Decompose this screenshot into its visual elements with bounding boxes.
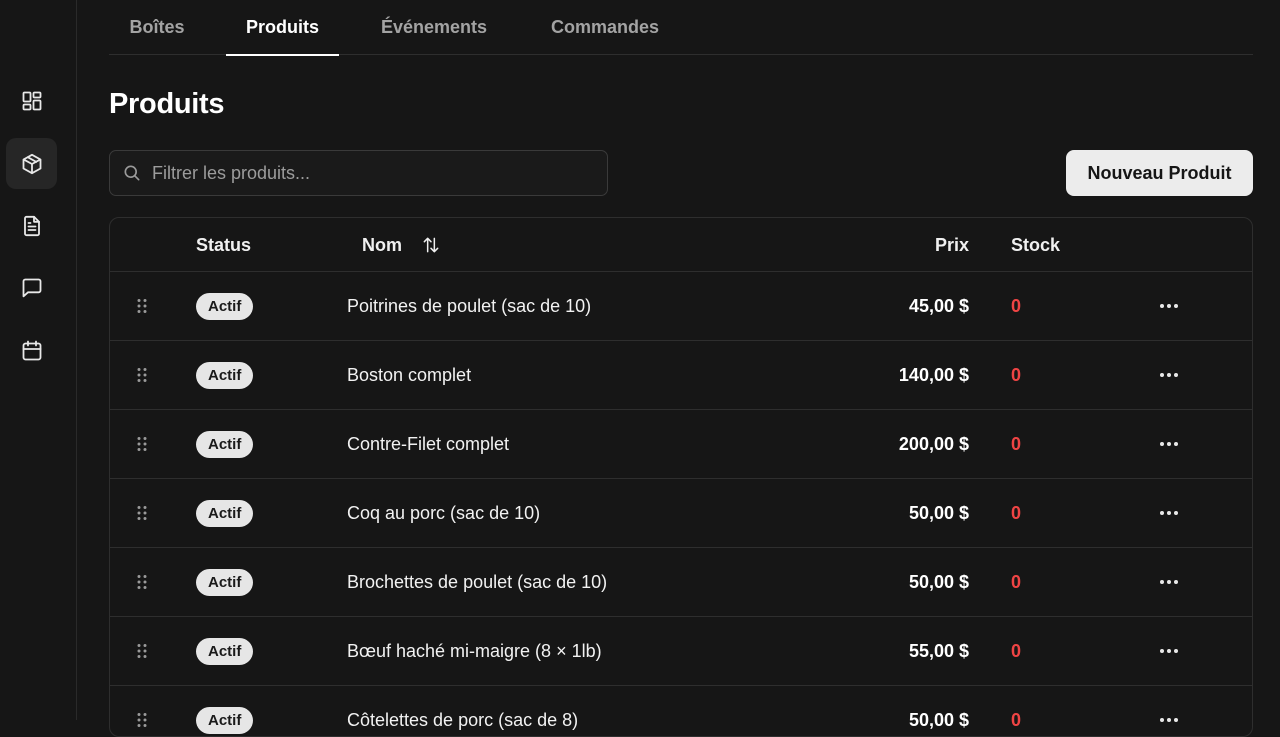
status-badge: Actif: [196, 706, 254, 734]
table-row[interactable]: Actif Brochettes de poulet (sac de 10) 5…: [110, 548, 1252, 617]
search-input[interactable]: [152, 162, 592, 184]
table-row[interactable]: Actif Boston complet 140,00 $ 0: [110, 341, 1252, 410]
product-price: 140,00 $: [898, 364, 969, 385]
drag-handle-icon[interactable]: [136, 479, 148, 547]
products-table: Status Nom Prix Stock Actif Poitrines de…: [109, 217, 1253, 737]
product-stock: 0: [1011, 640, 1022, 661]
status-cell: Actif: [196, 686, 254, 736]
product-price: 200,00 $: [898, 433, 969, 454]
status-cell: Actif: [196, 479, 254, 547]
product-stock: 0: [1011, 502, 1022, 523]
column-header-name-label: Nom: [362, 234, 402, 255]
drag-handle-icon[interactable]: [136, 272, 148, 340]
sidebar-item-dashboard[interactable]: [6, 75, 57, 126]
product-stock: 0: [1011, 571, 1022, 592]
product-stock: 0: [1011, 364, 1022, 385]
column-header-status[interactable]: Status: [196, 218, 251, 272]
tab-commandes[interactable]: Commandes: [540, 0, 670, 55]
column-header-price[interactable]: Prix: [830, 218, 969, 272]
document-icon: [23, 215, 40, 236]
more-actions-icon[interactable]: [1156, 548, 1182, 616]
product-price: 50,00 $: [908, 709, 969, 730]
sidebar-item-calendar[interactable]: [6, 325, 57, 376]
product-price: 45,00 $: [908, 295, 969, 316]
calendar-icon: [22, 340, 41, 360]
more-actions-icon[interactable]: [1156, 272, 1182, 340]
status-cell: Actif: [196, 617, 254, 685]
table-row[interactable]: Actif Contre-Filet complet 200,00 $ 0: [110, 410, 1252, 479]
product-stock: 0: [1011, 709, 1022, 730]
tab-bar: Boîtes Produits Événements Commandes: [109, 0, 1253, 56]
table-row[interactable]: Actif Poitrines de poulet (sac de 10) 45…: [110, 272, 1252, 341]
drag-handle-icon[interactable]: [136, 548, 148, 616]
product-price: 50,00 $: [908, 502, 969, 523]
dashboard-icon: [22, 91, 41, 110]
product-name[interactable]: Brochettes de poulet (sac de 10): [347, 548, 607, 616]
status-badge: Actif: [196, 568, 254, 596]
message-icon: [22, 278, 41, 297]
sidebar-item-messages[interactable]: [6, 262, 57, 313]
product-name[interactable]: Coq au porc (sac de 10): [347, 479, 540, 547]
status-cell: Actif: [196, 341, 254, 409]
product-name[interactable]: Boston complet: [347, 341, 471, 409]
more-actions-icon[interactable]: [1156, 617, 1182, 685]
search-icon: [124, 165, 140, 181]
main-content: Boîtes Produits Événements Commandes Pro…: [109, 0, 1253, 737]
more-actions-icon[interactable]: [1156, 686, 1182, 736]
status-cell: Actif: [196, 410, 254, 478]
sidebar: [0, 0, 77, 720]
package-icon: [22, 153, 41, 174]
more-actions-icon[interactable]: [1156, 341, 1182, 409]
sort-icon[interactable]: [421, 235, 441, 255]
product-name[interactable]: Contre-Filet complet: [347, 410, 509, 478]
product-name[interactable]: Bœuf haché mi-maigre (8 × 1lb): [347, 617, 602, 685]
tab-evenements[interactable]: Événements: [366, 0, 502, 55]
product-name[interactable]: Côtelettes de porc (sac de 8): [347, 686, 578, 736]
product-stock: 0: [1011, 295, 1022, 316]
table-row[interactable]: Actif Côtelettes de porc (sac de 8) 50,0…: [110, 686, 1252, 736]
column-header-stock[interactable]: Stock: [1011, 218, 1060, 272]
table-header: Status Nom Prix Stock: [110, 218, 1252, 272]
status-badge: Actif: [196, 499, 254, 527]
more-actions-icon[interactable]: [1156, 410, 1182, 478]
table-row[interactable]: Actif Coq au porc (sac de 10) 50,00 $ 0: [110, 479, 1252, 548]
sidebar-item-products[interactable]: [6, 138, 57, 189]
status-badge: Actif: [196, 361, 254, 389]
sidebar-item-documents[interactable]: [6, 200, 57, 251]
tab-produits[interactable]: Produits: [226, 0, 339, 56]
tab-boites[interactable]: Boîtes: [112, 0, 202, 55]
more-actions-icon[interactable]: [1156, 479, 1182, 547]
drag-handle-icon[interactable]: [136, 686, 148, 736]
table-row[interactable]: Actif Bœuf haché mi-maigre (8 × 1lb) 55,…: [110, 617, 1252, 686]
new-product-button[interactable]: Nouveau Produit: [1066, 150, 1253, 196]
search-box: [109, 150, 608, 196]
status-cell: Actif: [196, 272, 254, 340]
column-header-name[interactable]: Nom: [362, 218, 441, 272]
drag-handle-icon[interactable]: [136, 410, 148, 478]
product-stock: 0: [1011, 433, 1022, 454]
product-price: 50,00 $: [908, 571, 969, 592]
status-badge: Actif: [196, 637, 254, 665]
drag-handle-icon[interactable]: [136, 617, 148, 685]
status-badge: Actif: [196, 430, 254, 458]
product-price: 55,00 $: [908, 640, 969, 661]
product-name[interactable]: Poitrines de poulet (sac de 10): [347, 272, 591, 340]
page-title: Produits: [109, 88, 225, 120]
status-badge: Actif: [196, 292, 254, 320]
status-cell: Actif: [196, 548, 254, 616]
drag-handle-icon[interactable]: [136, 341, 148, 409]
